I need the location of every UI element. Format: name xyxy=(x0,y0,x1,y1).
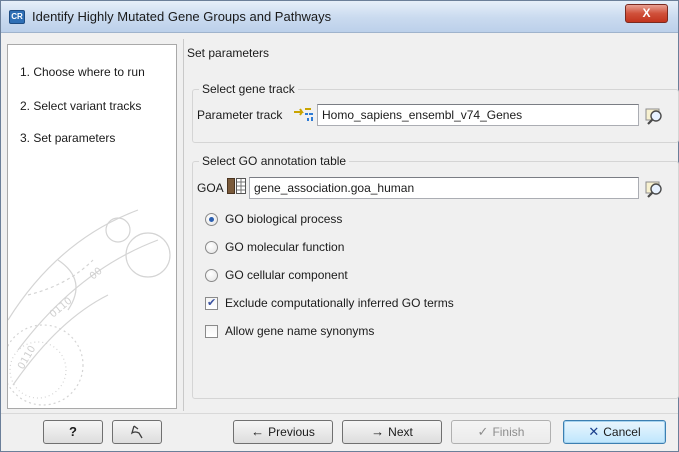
radio-label: GO biological process xyxy=(225,212,343,226)
cancel-button[interactable]: ✕ Cancel xyxy=(563,420,666,444)
cancel-x-icon: ✕ xyxy=(588,424,600,439)
title-bar[interactable]: CR Identify Highly Mutated Gene Groups a… xyxy=(1,1,678,33)
radio-label: GO cellular component xyxy=(225,268,348,282)
previous-button[interactable]: ← Previous xyxy=(233,420,333,444)
table-icon xyxy=(227,178,246,194)
close-button[interactable]: X xyxy=(625,4,668,23)
checkbox-allow-gene-name-synonyms[interactable] xyxy=(205,325,218,338)
arrow-left-icon: ← xyxy=(251,424,265,439)
browse-search-icon[interactable] xyxy=(644,105,666,127)
section-title: Set parameters xyxy=(187,46,270,60)
reset-button[interactable] xyxy=(112,420,162,444)
step-choose-where-to-run: 1. Choose where to run xyxy=(20,65,145,79)
window-title: Identify Highly Mutated Gene Groups and … xyxy=(32,9,332,24)
finish-button[interactable]: ✓ Finish xyxy=(451,420,551,444)
help-button[interactable]: ? xyxy=(43,420,103,444)
parameter-track-field[interactable]: Homo_sapiens_ensembl_v74_Genes xyxy=(317,104,639,126)
radio-go-cellular-component[interactable] xyxy=(205,269,218,282)
goa-table-field[interactable]: gene_association.goa_human xyxy=(249,177,639,199)
arrow-right-icon: → xyxy=(371,424,385,439)
wizard-steps-panel: 1. Choose where to run 2. Select variant… xyxy=(7,44,177,409)
checkmark-icon: ✓ xyxy=(477,424,489,439)
next-button[interactable]: → Next xyxy=(342,420,442,444)
button-bar: ? ← Previous → Next ✓ Finish ✕ Cancel xyxy=(1,413,678,451)
parameters-panel: Set parameters Select gene track Paramet… xyxy=(183,39,679,411)
goa-label: GOA xyxy=(197,181,224,195)
gene-track-group-title: Select gene track xyxy=(199,82,298,96)
dialog-body: 1. Choose where to run 2. Select variant… xyxy=(7,39,679,411)
next-button-label: Next xyxy=(388,425,413,439)
svg-text:0110: 0110 xyxy=(48,296,75,321)
browse-search-icon[interactable] xyxy=(644,178,666,200)
radio-go-molecular-function[interactable] xyxy=(205,241,218,254)
reset-icon xyxy=(130,425,143,439)
previous-button-label: Previous xyxy=(268,425,315,439)
step-select-variant-tracks: 2. Select variant tracks xyxy=(20,99,142,113)
gene-track-icon xyxy=(294,108,313,121)
checkbox-label: Exclude computationally inferred GO term… xyxy=(225,296,454,310)
dialog-window: CR Identify Highly Mutated Gene Groups a… xyxy=(0,0,679,452)
finish-button-label: Finish xyxy=(492,425,525,439)
go-annotation-group-title: Select GO annotation table xyxy=(199,154,350,168)
radio-go-biological-process[interactable] xyxy=(205,213,218,226)
step-set-parameters: 3. Set parameters xyxy=(20,131,116,145)
checkbox-exclude-inferred-go-terms[interactable] xyxy=(205,296,218,310)
app-logo-icon: CR xyxy=(9,10,25,24)
cancel-button-label: Cancel xyxy=(603,425,641,439)
workbench-watermark-icon: 0110 0110 00 xyxy=(8,209,171,406)
parameter-track-label: Parameter track xyxy=(197,108,283,122)
help-button-label: ? xyxy=(69,424,77,439)
checkbox-label: Allow gene name synonyms xyxy=(225,324,375,338)
go-annotation-group: Select GO annotation table GOA gene_asso… xyxy=(192,154,679,399)
radio-label: GO molecular function xyxy=(225,240,345,254)
gene-track-group: Select gene track Parameter track Homo_s… xyxy=(192,82,679,143)
